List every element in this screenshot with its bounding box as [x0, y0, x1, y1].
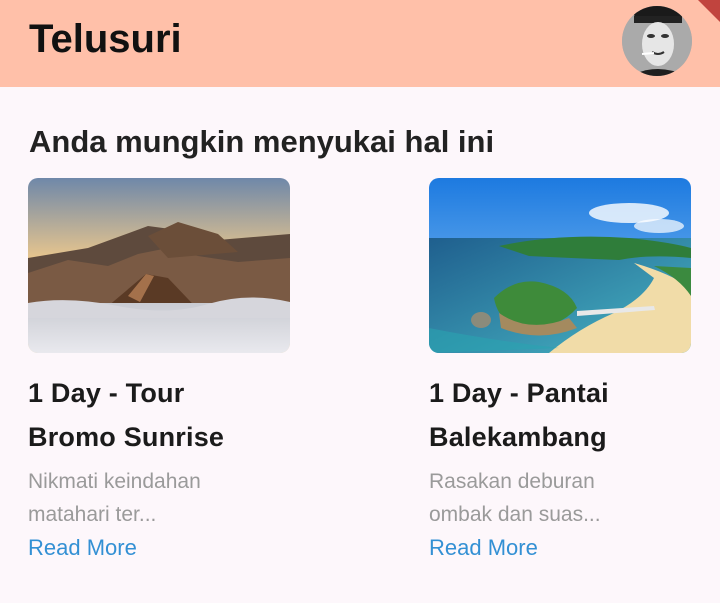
debug-banner-corner [698, 0, 720, 22]
tour-card[interactable]: 1 Day - Pantai Balekambang Rasakan debur… [429, 178, 691, 563]
section-heading: Anda mungkin menyukai hal ini [29, 124, 495, 159]
page-title: Telusuri [29, 17, 182, 61]
app-bar: Telusuri [0, 0, 720, 87]
profile-avatar[interactable] [622, 6, 692, 76]
card-description: Rasakan deburan ombak dan suas... [429, 470, 601, 526]
read-more-link[interactable]: Read More [28, 533, 137, 563]
tour-card[interactable]: 1 Day - Tour Bromo Sunrise Nikmati keind… [28, 178, 290, 563]
beach-island-image [429, 178, 691, 353]
avatar-icon [622, 6, 692, 76]
card-description: Nikmati keindahan matahari ter... [28, 470, 201, 526]
bromo-mountain-image [28, 178, 290, 353]
card-title: 1 Day - Pantai Balekambang [429, 378, 609, 452]
read-more-link[interactable]: Read More [429, 533, 538, 563]
card-title: 1 Day - Tour Bromo Sunrise [28, 378, 225, 452]
